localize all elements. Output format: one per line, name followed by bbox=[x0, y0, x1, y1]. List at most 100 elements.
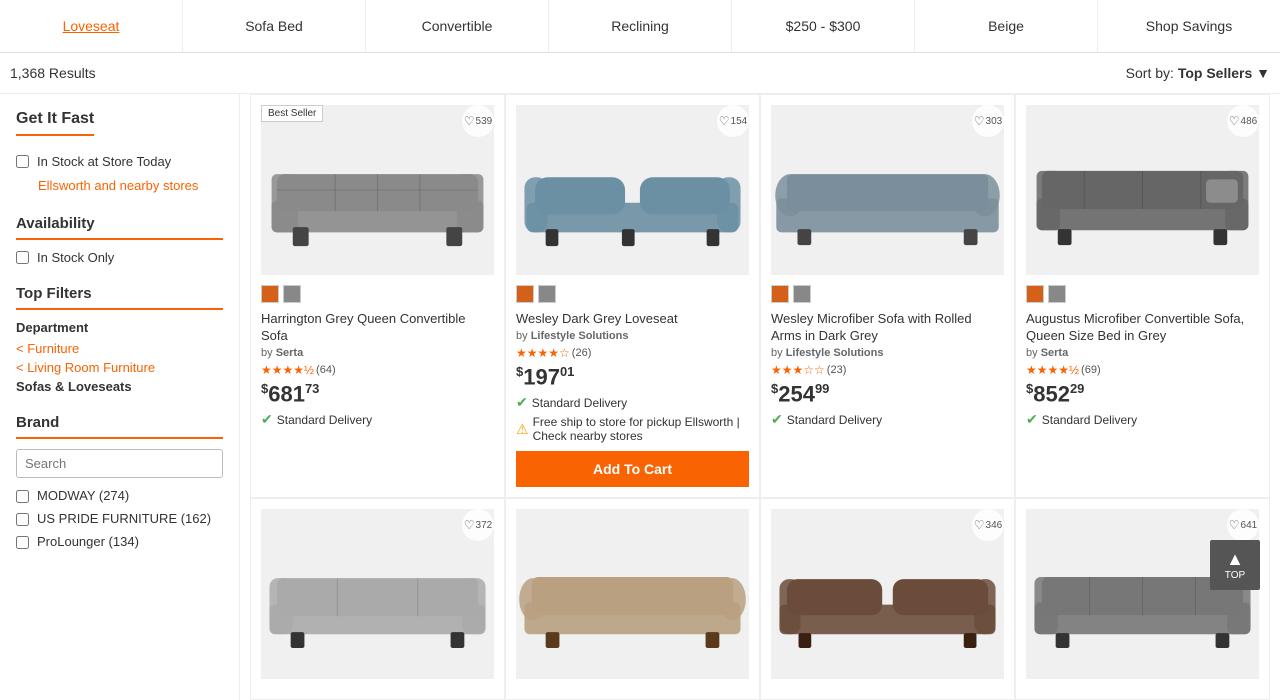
review-count: (64) bbox=[316, 364, 336, 376]
scroll-top-label: TOP bbox=[1225, 570, 1245, 581]
scroll-top-arrow: ▲ bbox=[1226, 549, 1244, 570]
wishlist-count: 539 bbox=[476, 116, 493, 127]
product-image[interactable] bbox=[771, 509, 1004, 679]
product-stars[interactable]: ★★★★☆ (26) bbox=[516, 346, 749, 360]
product-image[interactable] bbox=[771, 105, 1004, 275]
delivery-row: ✔ Standard Delivery bbox=[1026, 411, 1259, 428]
color-swatch[interactable] bbox=[516, 285, 534, 303]
wishlist-count: 486 bbox=[1241, 116, 1258, 127]
ellsworth-link[interactable]: Ellsworth and nearby stores bbox=[38, 178, 198, 193]
brand-item: ProLounger (134) bbox=[16, 534, 223, 549]
product-card: ♡ 372 bbox=[250, 498, 505, 700]
results-area: Best Seller ♡ 539 Harrington Grey Queen … bbox=[240, 94, 1280, 700]
wishlist-button[interactable]: ♡ 346 bbox=[972, 509, 1004, 541]
nav-item-loveseat[interactable]: Loveseat bbox=[0, 0, 183, 52]
scroll-top-button[interactable]: ▲ TOP bbox=[1210, 540, 1260, 590]
product-stars[interactable]: ★★★☆☆ (23) bbox=[771, 363, 1004, 377]
wishlist-button[interactable]: ♡ 372 bbox=[462, 509, 494, 541]
wishlist-count: 641 bbox=[1241, 520, 1258, 531]
color-swatches bbox=[261, 285, 494, 303]
delivery-row: ✔ Standard Delivery bbox=[516, 394, 749, 411]
color-swatches bbox=[771, 285, 1004, 303]
product-image[interactable] bbox=[1026, 509, 1259, 679]
in-stock-only-checkbox[interactable] bbox=[16, 251, 29, 264]
furniture-link[interactable]: < Furniture bbox=[16, 341, 223, 356]
color-swatch[interactable] bbox=[1026, 285, 1044, 303]
sort-by[interactable]: Sort by: Top Sellers ▼ bbox=[1126, 53, 1270, 93]
product-image[interactable] bbox=[516, 509, 749, 679]
brand-checkbox[interactable] bbox=[16, 513, 29, 526]
product-image[interactable] bbox=[516, 105, 749, 275]
in-stock-store-checkbox[interactable] bbox=[16, 155, 29, 168]
color-swatch[interactable] bbox=[771, 285, 789, 303]
product-image[interactable] bbox=[261, 509, 494, 679]
check-nearby-link[interactable]: Check nearby stores bbox=[533, 429, 643, 443]
delivery-label: Standard Delivery bbox=[277, 413, 372, 427]
heart-icon: ♡ bbox=[719, 114, 730, 128]
brand-checkbox[interactable] bbox=[16, 536, 29, 549]
add-to-cart-button[interactable]: Add To Cart bbox=[516, 451, 749, 487]
product-name[interactable]: Wesley Dark Grey Loveseat bbox=[516, 311, 749, 328]
delivery-label: Standard Delivery bbox=[532, 396, 627, 410]
delivery-icon: ✔ bbox=[516, 394, 528, 411]
results-count: 1,368 Results bbox=[10, 53, 96, 93]
nav-item-convertible[interactable]: Convertible bbox=[366, 0, 549, 52]
brand-name: US PRIDE FURNITURE (162) bbox=[37, 511, 211, 526]
wishlist-button[interactable]: ♡ 486 bbox=[1227, 105, 1259, 137]
product-price: $19701 bbox=[516, 364, 749, 390]
color-swatch[interactable] bbox=[283, 285, 301, 303]
product-image[interactable] bbox=[261, 105, 494, 275]
product-card: ♡ 486 Augustus Microfiber Convertible So… bbox=[1015, 94, 1270, 498]
product-brand: by Serta bbox=[1026, 347, 1259, 359]
department-title: Department bbox=[16, 320, 223, 335]
color-swatch[interactable] bbox=[538, 285, 556, 303]
color-swatch[interactable] bbox=[1048, 285, 1066, 303]
brand-search-input[interactable] bbox=[16, 449, 223, 478]
wishlist-count: 346 bbox=[986, 520, 1003, 531]
product-card: ♡ 303 Wesley Microfiber Sofa with Rolled… bbox=[760, 94, 1015, 498]
nav-item-price[interactable]: $250 - $300 bbox=[732, 0, 915, 52]
color-swatches bbox=[516, 285, 749, 303]
wishlist-button[interactable]: ♡ 303 bbox=[972, 105, 1004, 137]
product-card: ♡ 641 bbox=[1015, 498, 1270, 700]
product-price: $68173 bbox=[261, 381, 494, 407]
product-image[interactable] bbox=[1026, 105, 1259, 275]
brand-checkbox[interactable] bbox=[16, 490, 29, 503]
nav-item-shop-savings[interactable]: Shop Savings bbox=[1098, 0, 1280, 52]
product-card: ♡ 346 bbox=[760, 498, 1015, 700]
product-name[interactable]: Wesley Microfiber Sofa with Rolled Arms … bbox=[771, 311, 1004, 345]
wishlist-button[interactable]: ♡ 154 bbox=[717, 105, 749, 137]
product-name[interactable]: Harrington Grey Queen Convertible Sofa bbox=[261, 311, 494, 345]
pickup-text: Free ship to store for pickup Ellsworth … bbox=[533, 415, 749, 443]
review-count: (23) bbox=[827, 364, 847, 376]
wishlist-button[interactable]: ♡ 539 bbox=[462, 105, 494, 137]
sort-chevron-icon: ▼ bbox=[1256, 65, 1270, 81]
product-name[interactable]: Augustus Microfiber Convertible Sofa, Qu… bbox=[1026, 311, 1259, 345]
delivery-row: ✔ Standard Delivery bbox=[261, 411, 494, 428]
brand-item: US PRIDE FURNITURE (162) bbox=[16, 511, 223, 526]
sort-value: Top Sellers bbox=[1178, 65, 1252, 81]
heart-icon: ♡ bbox=[1229, 114, 1240, 128]
availability-title: Availability bbox=[16, 215, 223, 240]
product-stars[interactable]: ★★★★½ (64) bbox=[261, 363, 494, 377]
delivery-icon: ✔ bbox=[771, 411, 783, 428]
nav-item-beige[interactable]: Beige bbox=[915, 0, 1098, 52]
nav-item-sofa-bed[interactable]: Sofa Bed bbox=[183, 0, 366, 52]
color-swatch[interactable] bbox=[261, 285, 279, 303]
wishlist-button[interactable]: ♡ 641 bbox=[1227, 509, 1259, 541]
brand-item: MODWAY (274) bbox=[16, 488, 223, 503]
wishlist-count: 154 bbox=[731, 116, 748, 127]
wishlist-count: 372 bbox=[476, 520, 493, 531]
product-brand: by Lifestyle Solutions bbox=[771, 347, 1004, 359]
heart-icon: ♡ bbox=[464, 518, 475, 532]
sort-label: Sort by: bbox=[1126, 65, 1174, 81]
product-brand: by Lifestyle Solutions bbox=[516, 330, 749, 342]
color-swatch[interactable] bbox=[793, 285, 811, 303]
top-filters-title: Top Filters bbox=[16, 285, 223, 310]
brand-title: Brand bbox=[16, 414, 223, 439]
nav-item-reclining[interactable]: Reclining bbox=[549, 0, 732, 52]
star-icons: ★★★★½ bbox=[1026, 363, 1079, 377]
living-room-link[interactable]: < Living Room Furniture bbox=[16, 360, 223, 375]
product-stars[interactable]: ★★★★½ (69) bbox=[1026, 363, 1259, 377]
product-card bbox=[505, 498, 760, 700]
